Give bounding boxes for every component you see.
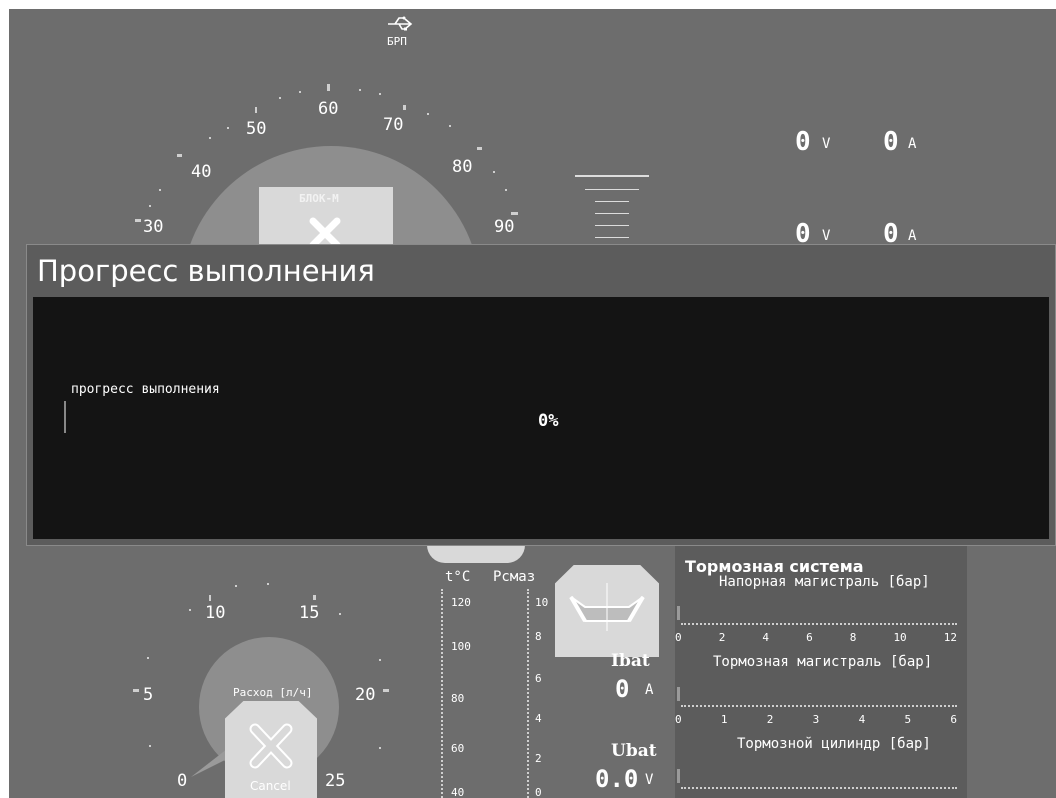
brake-scale-dots-2 (681, 705, 957, 709)
speed-tick-40: 40 (191, 162, 212, 182)
fuel-tick-25: 25 (325, 771, 346, 791)
temp-tick-40: 40 (451, 786, 465, 798)
current-unit-2: A (908, 228, 917, 244)
level-line (595, 213, 629, 214)
brake-scale-ticks-2: 0123456 (675, 713, 957, 726)
progress-bar (64, 401, 66, 433)
block-label: БЛОК-М (299, 192, 339, 205)
level-line (595, 237, 629, 238)
temp-tick-100: 100 (451, 640, 471, 653)
progress-dialog: Прогресс выполнения прогресс выполнения … (26, 244, 1056, 546)
oil-tick-4: 4 (535, 712, 542, 725)
temp-tick-80: 80 (451, 692, 465, 705)
oil-tick-2: 2 (535, 752, 542, 765)
usb-label: БРП (387, 35, 407, 48)
current-unit-1: A (908, 136, 917, 152)
fuel-tick-20: 20 (355, 685, 376, 705)
fuel-tick-0: 0 (177, 771, 188, 791)
progress-percent: 0% (538, 411, 559, 431)
ibat-unit: A (645, 682, 654, 698)
brake-scale-bar-2 (677, 687, 680, 701)
dialog-body: прогресс выполнения 0% (33, 297, 1049, 539)
ibat-label: Ibat (611, 651, 650, 671)
fuel-tick-10: 10 (205, 603, 226, 623)
voltage-unit-2: V (822, 228, 831, 244)
brake-scale-bar-1 (677, 606, 680, 620)
brake-scale-label-2: Тормозная магистраль [бар] (713, 654, 933, 670)
brake-scale-ticks-1: 0 2 4 6 8 10 12 (675, 631, 957, 644)
speed-tick-60: 60 (318, 99, 339, 119)
speed-tick-80: 80 (452, 157, 473, 177)
vbat-value: 0.0 (595, 765, 639, 793)
oil-tick-0: 0 (535, 786, 542, 798)
brake-scale-bar-3 (677, 769, 680, 783)
speed-tick-70: 70 (383, 115, 404, 135)
speed-tick-30: 30 (143, 217, 164, 237)
speed-tick-50: 50 (246, 119, 267, 139)
oil-tick-8: 8 (535, 630, 542, 643)
fuel-tick-15: 15 (299, 603, 320, 623)
oil-label: Рсмаз (493, 569, 536, 585)
oil-tick-6: 6 (535, 672, 542, 685)
ibat-value: 0 (615, 675, 630, 703)
level-line (585, 189, 639, 190)
cancel-button[interactable]: Cancel (225, 701, 317, 798)
oil-tick-10: 10 (535, 596, 549, 609)
voltage-value-1: 0 (795, 127, 811, 157)
vbat-label: Ubat (611, 741, 657, 761)
vbat-unit: V (645, 772, 654, 788)
voltage-unit-1: V (822, 136, 831, 152)
gauge-fragment (427, 545, 525, 563)
brake-scale-label-3: Тормозной цилиндр [бар] (737, 736, 931, 752)
usb-icon (385, 15, 415, 35)
oil-scale-line (527, 589, 531, 798)
brake-panel-button[interactable] (555, 565, 659, 657)
level-line (575, 175, 649, 177)
temp-label: t°C (445, 569, 471, 585)
fuel-label: Расход [л/ч] (233, 686, 313, 699)
brake-scale-label-1: Напорная магистраль [бар] (719, 574, 930, 590)
level-line (595, 201, 629, 202)
brake-scale-dots-1 (681, 623, 957, 627)
dialog-title: Прогресс выполнения (37, 254, 375, 288)
current-value-1: 0 (883, 127, 899, 157)
progress-label: прогресс выполнения (71, 382, 220, 397)
brake-scale-dots-3 (681, 787, 957, 791)
close-icon (245, 721, 297, 771)
temp-scale-line (441, 589, 445, 798)
cancel-label: Cancel (250, 779, 291, 793)
temp-tick-60: 60 (451, 742, 465, 755)
fuel-tick-5: 5 (143, 685, 154, 705)
speed-tick-90: 90 (494, 217, 515, 237)
level-line (595, 225, 629, 226)
temp-tick-120: 120 (451, 596, 471, 609)
brake-pads-icon (565, 583, 649, 631)
